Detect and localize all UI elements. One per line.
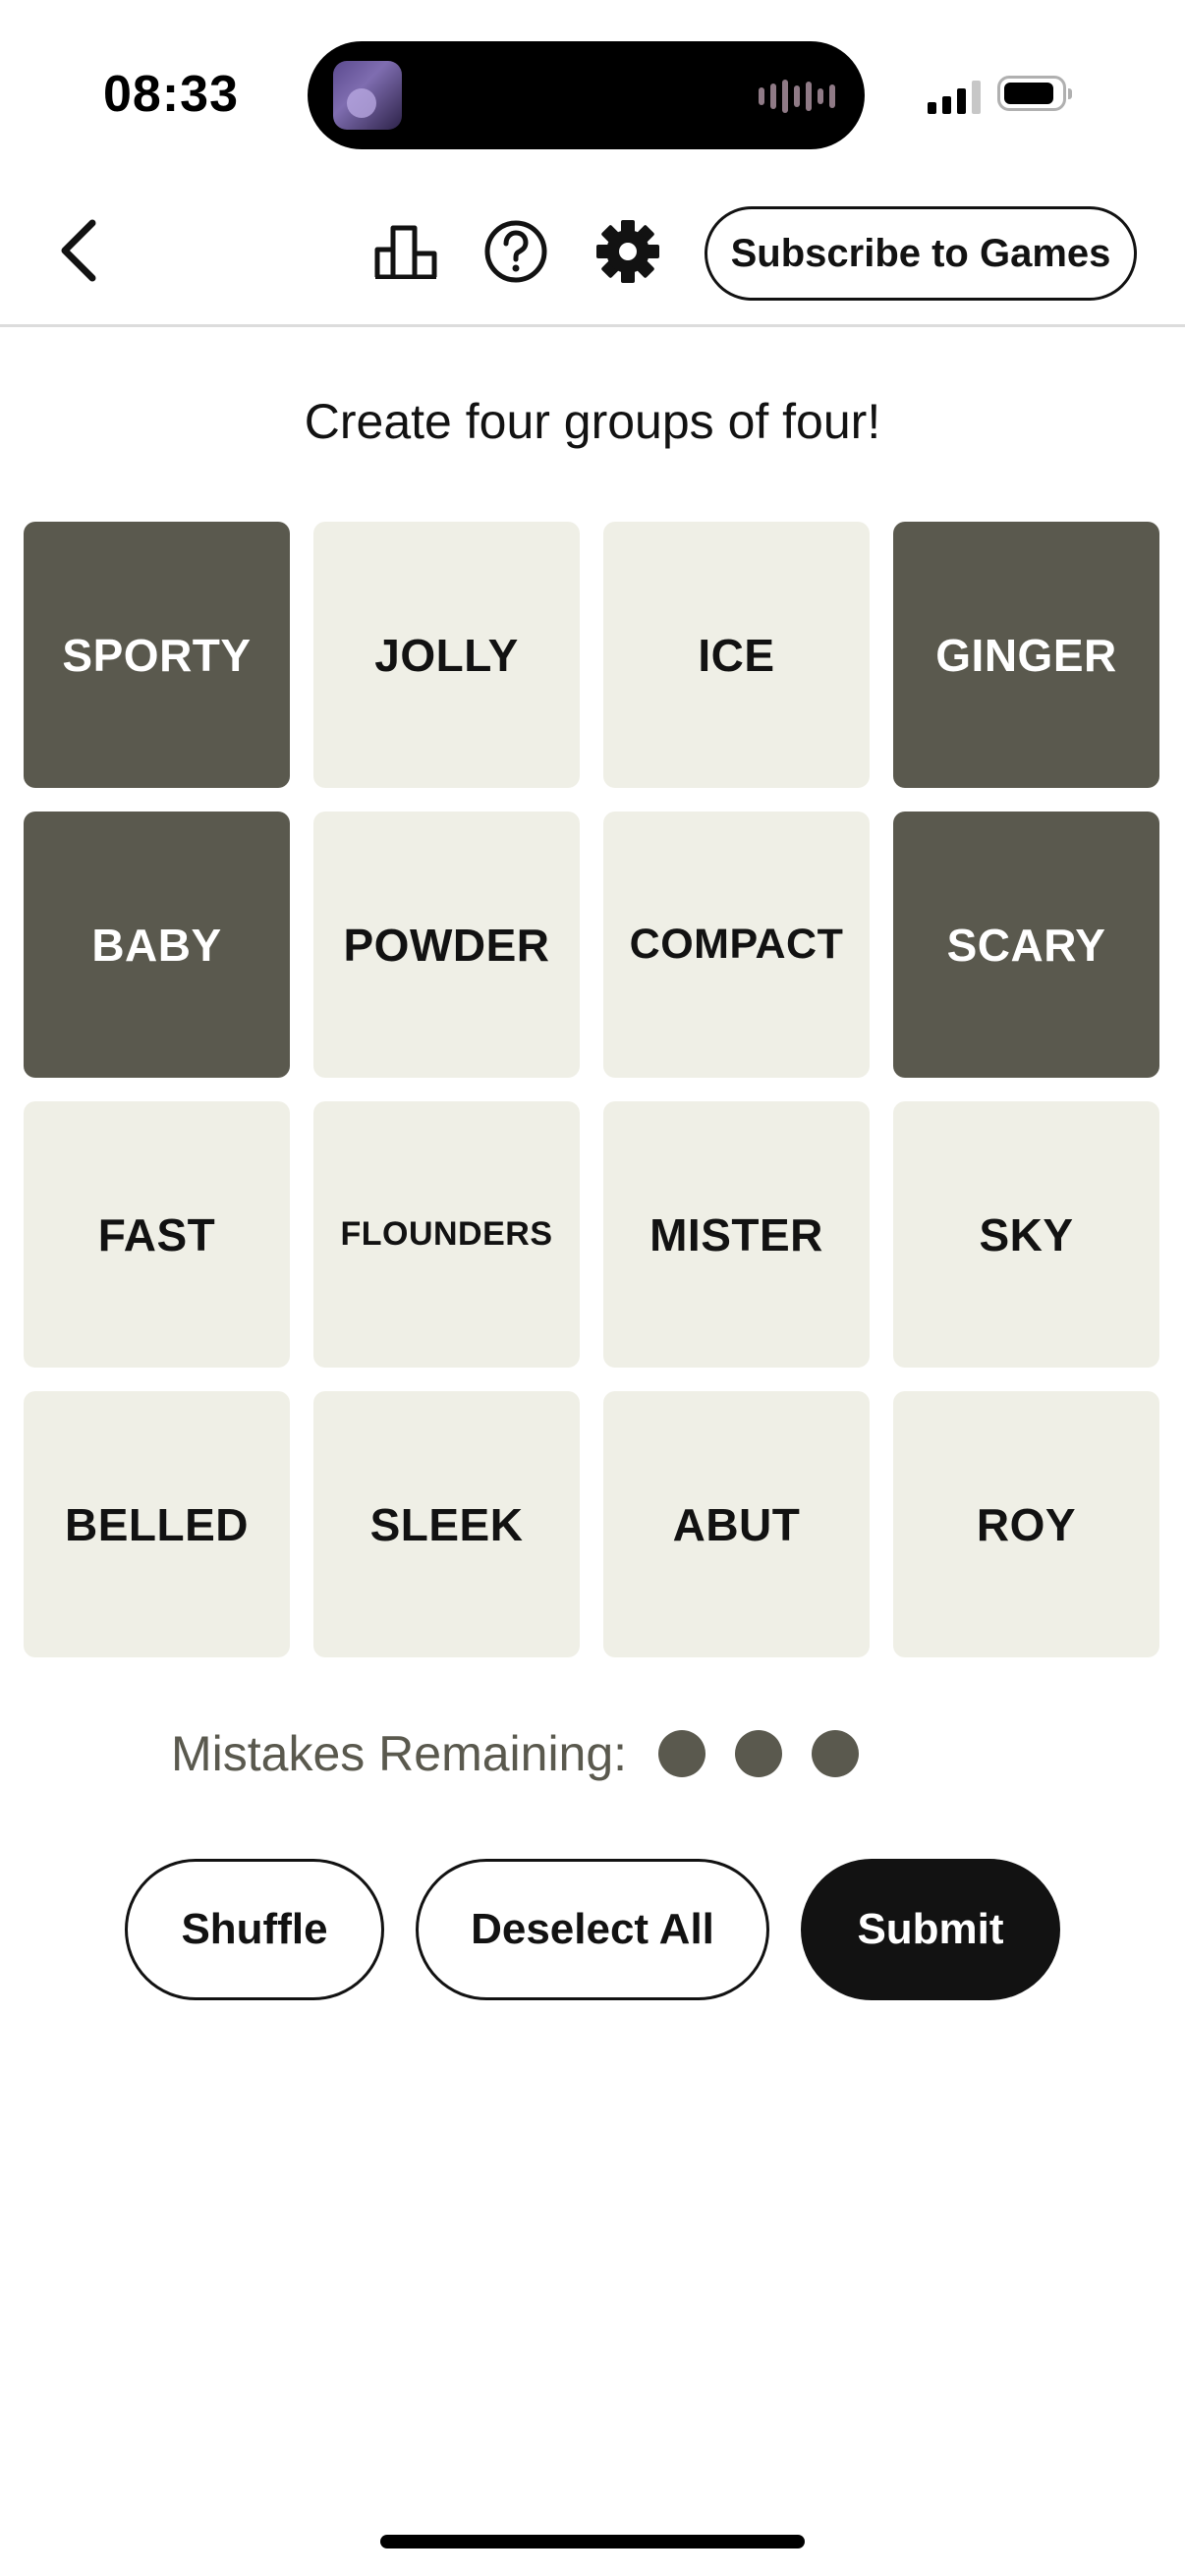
- statistics-button[interactable]: [370, 216, 441, 287]
- question-circle-icon: [484, 220, 547, 283]
- mistake-dot: [658, 1730, 706, 1777]
- word-tile[interactable]: BABY: [24, 812, 290, 1078]
- mistake-dot: [812, 1730, 860, 1777]
- shuffle-button[interactable]: Shuffle: [125, 1859, 384, 2000]
- status-time: 08:33: [103, 66, 239, 123]
- word-tile[interactable]: ABUT: [603, 1391, 870, 1657]
- instructions: Create four groups of four!: [304, 394, 881, 449]
- dynamic-island[interactable]: [308, 41, 865, 149]
- word-tile[interactable]: GINGER: [893, 522, 1159, 788]
- gear-icon: [596, 220, 659, 283]
- mistakes-remaining: Mistakes Remaining:: [171, 1721, 860, 1786]
- word-tile[interactable]: BELLED: [24, 1391, 290, 1657]
- header-divider: [0, 324, 1185, 327]
- battery-icon: [997, 76, 1072, 111]
- word-tile[interactable]: FLOUNDERS: [313, 1101, 580, 1368]
- settings-button[interactable]: [592, 216, 663, 287]
- audio-waveform-icon: [759, 79, 835, 114]
- bar-chart-icon: [374, 225, 437, 279]
- chevron-left-icon: [61, 219, 96, 282]
- word-tile[interactable]: SCARY: [893, 812, 1159, 1078]
- word-tile[interactable]: COMPACT: [603, 812, 870, 1078]
- back-button[interactable]: [49, 211, 108, 290]
- mistake-dots: [658, 1730, 860, 1777]
- word-tile[interactable]: SPORTY: [24, 522, 290, 788]
- help-button[interactable]: [480, 216, 551, 287]
- submit-button[interactable]: Submit: [801, 1859, 1060, 2000]
- word-tile[interactable]: SLEEK: [313, 1391, 580, 1657]
- word-tile[interactable]: JOLLY: [313, 522, 580, 788]
- word-tile[interactable]: MISTER: [603, 1101, 870, 1368]
- word-tile[interactable]: ICE: [603, 522, 870, 788]
- word-tile[interactable]: ROY: [893, 1391, 1159, 1657]
- deselect-all-button[interactable]: Deselect All: [416, 1859, 769, 2000]
- action-buttons: Shuffle Deselect All Submit: [0, 1859, 1185, 2000]
- word-tile[interactable]: FAST: [24, 1101, 290, 1368]
- mistakes-label: Mistakes Remaining:: [171, 1726, 628, 1781]
- cellular-signal-icon: [928, 79, 981, 114]
- word-tile[interactable]: SKY: [893, 1101, 1159, 1368]
- word-tile[interactable]: POWDER: [313, 812, 580, 1078]
- subscribe-button[interactable]: Subscribe to Games: [705, 206, 1137, 301]
- mistake-dot: [735, 1730, 783, 1777]
- home-indicator[interactable]: [380, 2535, 805, 2548]
- word-grid: SPORTY JOLLY ICE GINGER BABY POWDER COMP…: [24, 522, 1161, 1657]
- now-playing-thumbnail: [333, 61, 402, 130]
